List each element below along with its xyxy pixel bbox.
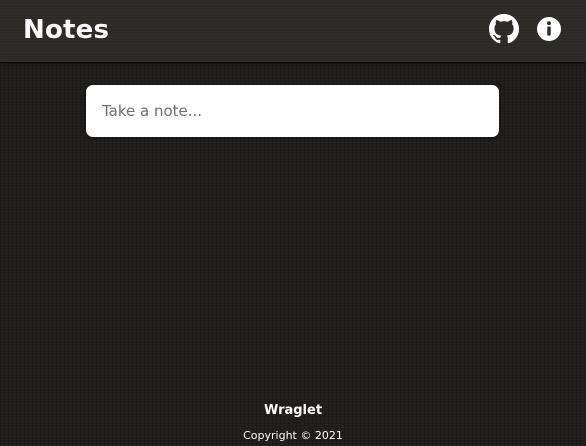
app-title: Notes [23,15,110,45]
github-icon [489,14,519,44]
info-icon [537,17,561,41]
info-button[interactable] [534,14,564,44]
note-input[interactable] [86,85,499,137]
footer-copyright: Copyright © 2021 [243,429,343,442]
footer-brand: Wraglet [263,403,323,418]
note-input-container [86,85,499,137]
app-header: Notes [0,0,586,62]
github-link[interactable] [489,14,519,44]
